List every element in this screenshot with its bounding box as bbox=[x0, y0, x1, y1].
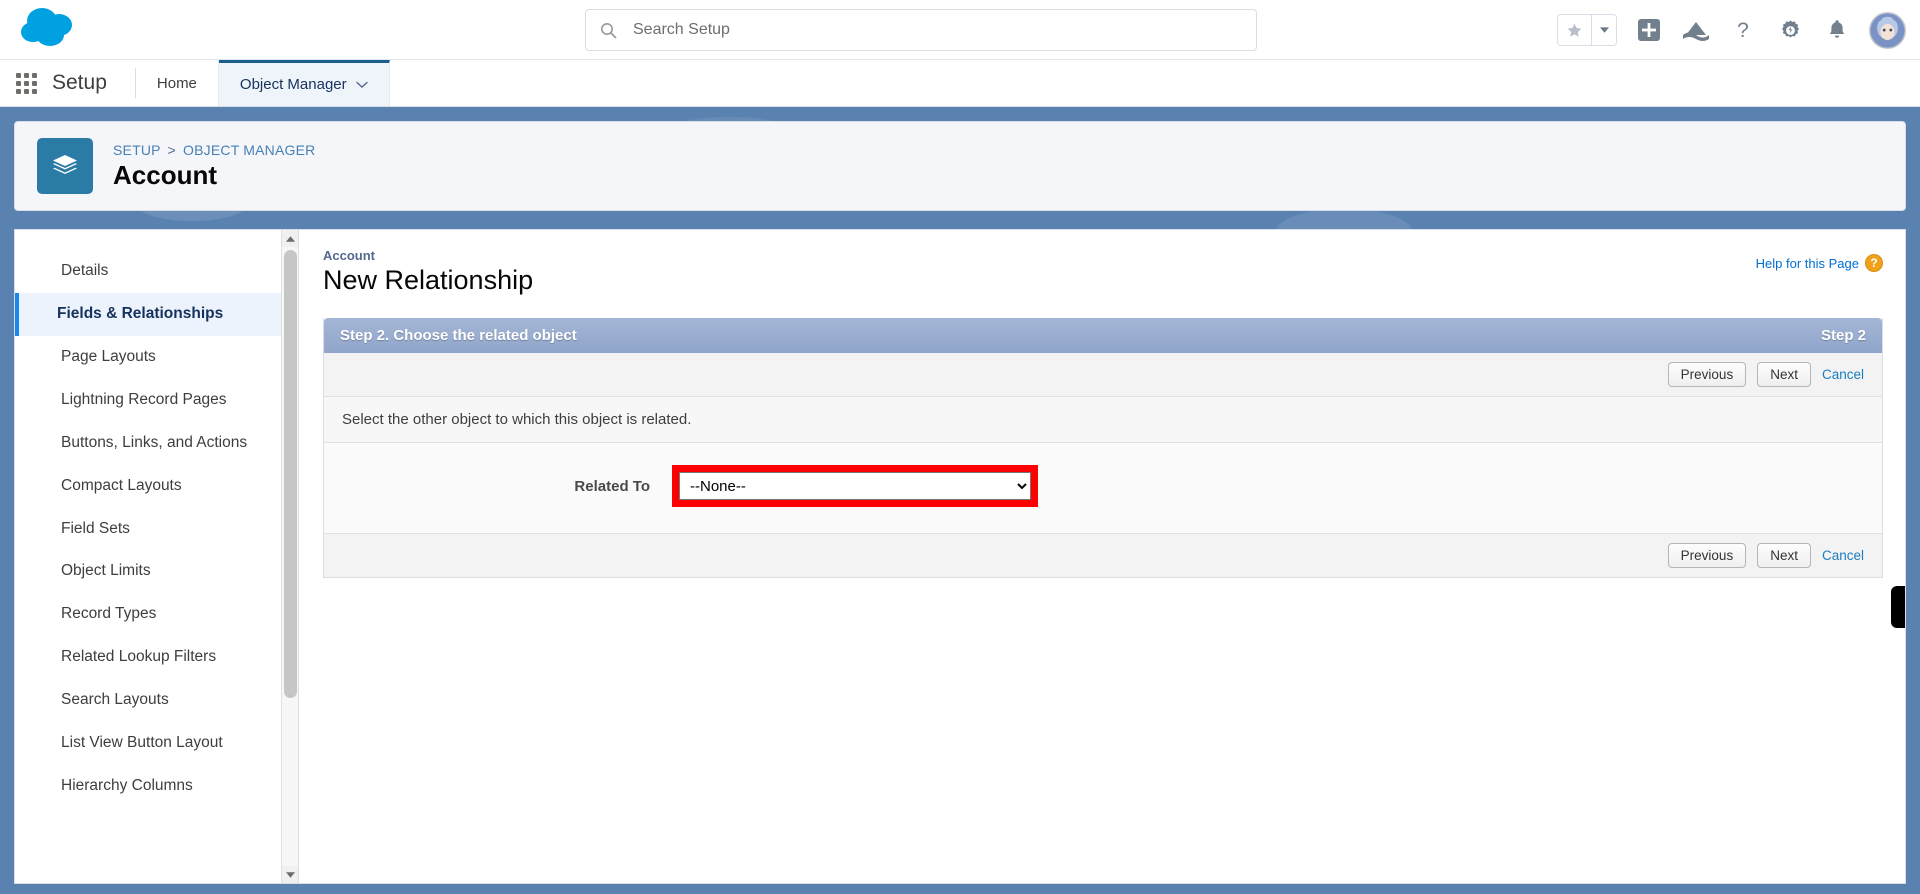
sidebar-item-field-sets[interactable]: Field Sets bbox=[15, 508, 298, 551]
main-panel: Account New Relationship Help for this P… bbox=[299, 230, 1905, 883]
wizard-step-bar: Step 2. Choose the related object Step 2 bbox=[324, 318, 1882, 354]
setup-title: Setup bbox=[52, 71, 107, 94]
page-title: Account bbox=[113, 160, 217, 191]
notifications-bell-icon[interactable] bbox=[1822, 14, 1852, 46]
tab-object-manager-label: Object Manager bbox=[239, 76, 347, 93]
related-to-label: Related To bbox=[574, 477, 650, 495]
tab-object-manager[interactable]: Object Manager bbox=[218, 60, 390, 106]
setup-gear-icon[interactable] bbox=[1775, 14, 1805, 46]
wizard-page-title: New Relationship bbox=[323, 265, 534, 295]
breadcrumb: SETUP > OBJECT MANAGER bbox=[113, 142, 315, 158]
related-to-highlight-annotation: --None-- bbox=[672, 465, 1038, 508]
wizard-step-badge: Step 2 bbox=[1820, 327, 1866, 345]
object-sidebar: Details Fields & Relationships Page Layo… bbox=[15, 230, 299, 883]
global-search[interactable] bbox=[585, 9, 1257, 51]
help-icon[interactable]: ? bbox=[1728, 14, 1758, 46]
favorites-star-icon[interactable] bbox=[1558, 15, 1591, 45]
favorites-dropdown-caret-icon[interactable] bbox=[1591, 15, 1616, 45]
wizard-instruction: Select the other object to which this ob… bbox=[324, 397, 1882, 444]
svg-text:?: ? bbox=[1737, 19, 1749, 42]
sidebar-item-page-layouts[interactable]: Page Layouts bbox=[15, 336, 298, 379]
record-header: SETUP > OBJECT MANAGER Account bbox=[14, 121, 1906, 211]
sidebar-item-details[interactable]: Details bbox=[15, 250, 298, 293]
previous-button-bottom[interactable]: Previous bbox=[1667, 543, 1747, 569]
help-question-icon: ? bbox=[1865, 254, 1883, 272]
cancel-link-bottom[interactable]: Cancel bbox=[1822, 548, 1864, 563]
app-launcher-waffle-icon[interactable] bbox=[0, 60, 52, 106]
sidebar-item-object-limits[interactable]: Object Limits bbox=[15, 550, 298, 593]
tab-home[interactable]: Home bbox=[135, 60, 219, 106]
new-relationship-wizard: Step 2. Choose the related object Step 2… bbox=[323, 318, 1883, 579]
sidebar-item-buttons-links-actions[interactable]: Buttons, Links, and Actions bbox=[15, 422, 298, 465]
search-icon bbox=[600, 22, 617, 39]
sidebar-item-record-types[interactable]: Record Types bbox=[15, 593, 298, 636]
next-button-bottom[interactable]: Next bbox=[1757, 543, 1811, 569]
help-for-this-page-label: Help for this Page bbox=[1755, 255, 1859, 271]
global-header: ? bbox=[0, 0, 1920, 60]
sidebar-scrollbar[interactable] bbox=[281, 230, 298, 883]
sidebar-item-list-view-button-layout[interactable]: List View Button Layout bbox=[15, 722, 298, 765]
sidebar-item-lightning-record-pages[interactable]: Lightning Record Pages bbox=[15, 379, 298, 422]
object-label: Account bbox=[323, 248, 375, 263]
wizard-button-row-bottom: Previous Next Cancel bbox=[324, 533, 1882, 578]
main-header: Account New Relationship Help for this P… bbox=[323, 248, 1883, 296]
breadcrumb-setup[interactable]: SETUP bbox=[113, 142, 160, 158]
setup-navigation-bar: Setup Home Object Manager bbox=[0, 60, 1920, 107]
search-box[interactable] bbox=[585, 9, 1257, 51]
breadcrumb-separator: > bbox=[167, 142, 176, 159]
search-input[interactable] bbox=[631, 20, 1242, 40]
help-for-this-page-link[interactable]: Help for this Page ? bbox=[1756, 254, 1883, 272]
add-icon[interactable] bbox=[1634, 14, 1664, 46]
nav-tabs: Home Object Manager bbox=[135, 60, 390, 106]
header-icon-group: ? bbox=[1557, 0, 1906, 60]
related-to-select[interactable]: --None-- bbox=[679, 472, 1031, 501]
wizard-button-row-top: Previous Next Cancel bbox=[324, 353, 1882, 398]
sidebar-item-search-layouts[interactable]: Search Layouts bbox=[15, 679, 298, 722]
object-layers-icon bbox=[37, 138, 93, 194]
page-body: SETUP > OBJECT MANAGER Account Details F… bbox=[0, 107, 1920, 894]
scrollbar-thumb[interactable] bbox=[284, 250, 297, 698]
breadcrumb-object-manager[interactable]: OBJECT MANAGER bbox=[183, 142, 315, 158]
sidebar-item-compact-layouts[interactable]: Compact Layouts bbox=[15, 465, 298, 508]
scroll-up-arrow-icon[interactable] bbox=[282, 230, 298, 247]
side-panel-toggle-tab[interactable] bbox=[1891, 586, 1905, 628]
tab-home-label: Home bbox=[156, 74, 197, 92]
sidebar-item-fields-relationships[interactable]: Fields & Relationships bbox=[15, 292, 298, 336]
einstein-icon[interactable] bbox=[1681, 14, 1711, 46]
favorites-control[interactable] bbox=[1557, 14, 1617, 46]
salesforce-cloud-logo[interactable] bbox=[18, 6, 84, 52]
previous-button-top[interactable]: Previous bbox=[1667, 362, 1747, 388]
content-shell: Details Fields & Relationships Page Layo… bbox=[14, 229, 1906, 884]
chevron-down-icon[interactable] bbox=[355, 76, 368, 93]
title-block: Account New Relationship bbox=[323, 248, 533, 296]
avatar[interactable] bbox=[1869, 11, 1906, 49]
sidebar-item-hierarchy-columns[interactable]: Hierarchy Columns bbox=[15, 765, 298, 808]
related-to-field-row: Related To --None-- bbox=[324, 443, 1882, 534]
sidebar-item-related-lookup-filters[interactable]: Related Lookup Filters bbox=[15, 636, 298, 679]
next-button-top[interactable]: Next bbox=[1757, 362, 1811, 388]
scroll-down-arrow-icon[interactable] bbox=[282, 866, 298, 883]
wizard-step-title: Step 2. Choose the related object bbox=[340, 327, 577, 345]
cancel-link-top[interactable]: Cancel bbox=[1822, 367, 1864, 382]
